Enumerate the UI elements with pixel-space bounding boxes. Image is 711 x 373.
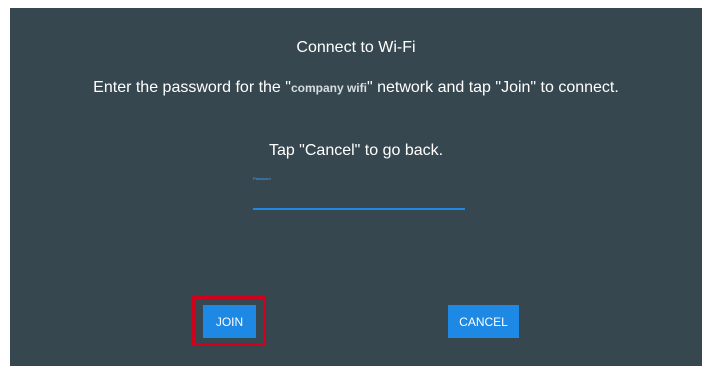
password-label: Password — [253, 176, 271, 181]
cancel-hint: Tap "Cancel" to go back. — [268, 142, 444, 159]
instruction-suffix: " network and tap "Join" to connect. — [366, 79, 619, 96]
cancel-button[interactable]: CANCEL — [448, 305, 519, 338]
password-field[interactable] — [253, 184, 465, 210]
dialog-title: Connect to Wi-Fi — [296, 39, 416, 56]
instruction-text: Enter the password for the "company wifi… — [10, 79, 702, 97]
network-name: company wifi — [290, 81, 367, 95]
instruction-prefix: Enter the password for the " — [93, 79, 291, 96]
join-button[interactable]: JOIN — [203, 305, 256, 338]
wifi-dialog: Connect to Wi-Fi Enter the password for … — [10, 8, 702, 366]
